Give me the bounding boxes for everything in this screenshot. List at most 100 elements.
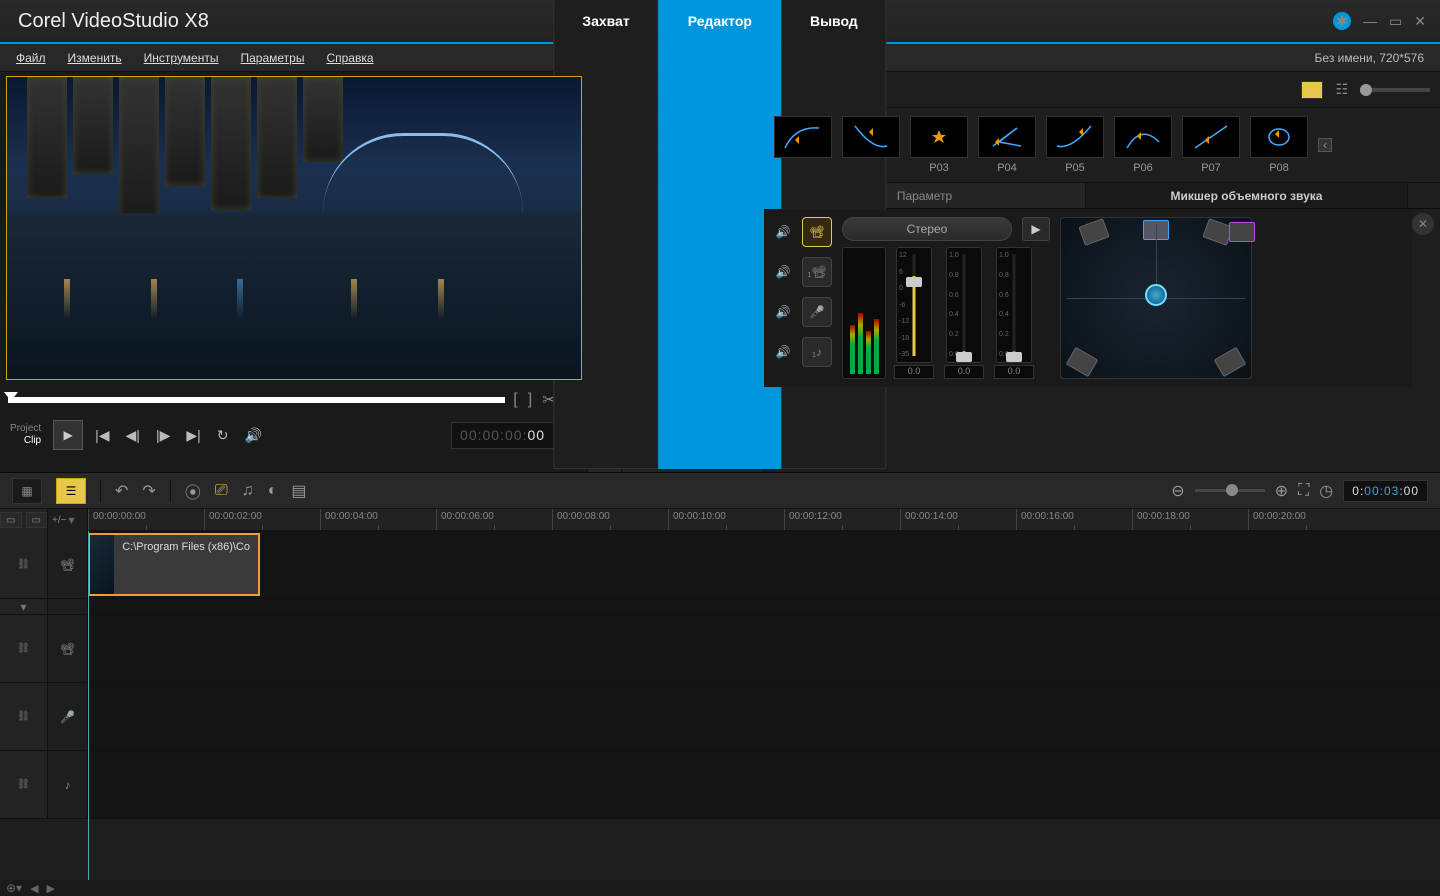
asset-item[interactable]: P03 [910, 116, 968, 174]
speaker-bl-icon [1066, 347, 1099, 377]
window-controls: ✱ — ▭ ✕ [1333, 12, 1440, 30]
thumbnail-view-button[interactable] [1301, 81, 1323, 99]
speaker-br-icon [1214, 347, 1247, 377]
ripple-all-button[interactable]: ▭ [0, 512, 22, 528]
video-track[interactable]: ⛓ 📽 C:\Program Files (x86)\Co [0, 531, 1440, 599]
asset-item[interactable]: P06 [1114, 116, 1172, 174]
voice-track[interactable]: ⛓ 🎤 [0, 683, 1440, 751]
menu-file[interactable]: Файл [16, 51, 46, 65]
vu-meter [842, 247, 886, 379]
redo-icon[interactable]: ↷ [142, 481, 155, 501]
close-icon[interactable]: ✕ [1414, 13, 1426, 30]
undo-icon[interactable]: ↶ [115, 481, 128, 501]
preview-video[interactable] [6, 76, 582, 380]
timeline-toolbar: ▦ ☰ ↶ ↷ ⦿ ⎚ ♫ ◐ ▤ ⊖ ⊕ ⛶ ◷ 0:00:03:00 [0, 473, 1440, 509]
center-fader[interactable]: 1.00.80.60.40.20.0 0.0 [942, 247, 986, 379]
title-bar: Corel VideoStudio X8 Захват Редактор Выв… [0, 0, 1440, 44]
timeline-view-button[interactable]: ☰ [56, 478, 86, 504]
ripple-lock-icon[interactable]: ⛓ [17, 711, 30, 722]
zoom-in-icon[interactable]: ⊕ [1275, 481, 1288, 501]
mute-overlay-icon[interactable]: 🔊 [772, 261, 794, 283]
voice-track-icon: 🎤 [60, 710, 75, 724]
asset-item[interactable]: P04 [978, 116, 1036, 174]
sub-fader[interactable]: 1.00.80.60.40.20.0 0.0 [992, 247, 1036, 379]
timeline-panel: ▦ ☰ ↶ ↷ ⦿ ⎚ ♫ ◐ ▤ ⊖ ⊕ ⛶ ◷ 0:00:03:00 ▭ ▭… [0, 472, 1440, 896]
timeline-scrollbar[interactable]: ⊕▾ ◀ ▶ [0, 880, 1440, 896]
goto-end-icon[interactable]: ▶| [182, 427, 204, 444]
scroll-left-icon[interactable]: ◀ [30, 882, 38, 895]
track-music-button[interactable]: ₁♪ [802, 337, 832, 367]
add-cue-icon[interactable]: ⊕▾ [6, 881, 22, 895]
project-duration-icon[interactable]: ◷ [1319, 481, 1333, 501]
asset-item[interactable]: P05 [1046, 116, 1104, 174]
overlay-track[interactable]: ⛓ 📽 [0, 615, 1440, 683]
zoom-out-icon[interactable]: ⊖ [1171, 481, 1184, 501]
menu-params[interactable]: Параметры [240, 51, 304, 65]
minimize-icon[interactable]: — [1363, 13, 1377, 29]
mute-music-icon[interactable]: 🔊 [772, 341, 794, 363]
asset-item[interactable]: P07 [1182, 116, 1240, 174]
gain-fader[interactable]: 1260-6-12-18-35 0.0 [892, 247, 936, 379]
app-title: Corel VideoStudio X8 [0, 10, 227, 33]
record-icon[interactable]: ⦿ [185, 479, 201, 503]
mark-in-icon[interactable]: [ [511, 391, 519, 409]
surround-field[interactable] [1060, 217, 1252, 379]
stereo-mode-dropdown[interactable]: Стерео [842, 217, 1012, 241]
multi-trim-icon[interactable]: ◐ [268, 482, 278, 500]
speaker-sub-icon [1229, 222, 1255, 242]
surround-position-handle[interactable] [1145, 284, 1167, 306]
preview-mode-toggle[interactable]: Project Clip [10, 423, 45, 447]
next-frame-icon[interactable]: |▶ [152, 427, 174, 444]
mark-out-icon[interactable]: ] [526, 391, 534, 409]
clip-label: C:\Program Files (x86)\Co [114, 535, 258, 594]
preview-controls: Project Clip ▶ |◀ ◀| |▶ ▶| ↻ 🔊 00:00:00:… [6, 416, 581, 454]
maximize-icon[interactable]: ▭ [1389, 13, 1402, 30]
storyboard-view-button[interactable]: ▦ [12, 478, 42, 504]
music-track[interactable]: ⛓ ♪ [0, 751, 1440, 819]
tab-editor[interactable]: Редактор [659, 0, 781, 469]
ripple-lock-icon[interactable]: ⛓ [17, 643, 30, 654]
timeline-ruler[interactable]: 00:00:00:00 00:00:02:00 00:00:04:00 00:0… [88, 509, 1440, 531]
track-manager-icon[interactable]: ▤ [291, 481, 306, 501]
tab-surround-mixer[interactable]: Микшер объемного звука [1086, 183, 1408, 208]
timeline-clip[interactable]: C:\Program Files (x86)\Co [88, 533, 260, 596]
scroll-right-icon[interactable]: ▶ [47, 882, 55, 895]
mute-video-icon[interactable]: 🔊 [772, 221, 794, 243]
auto-music-icon[interactable]: ♫ [242, 482, 254, 500]
audio-mixer-icon[interactable]: ⎚ [215, 482, 228, 500]
menu-help[interactable]: Справка [326, 51, 373, 65]
track-expand-toggle[interactable]: +/− [52, 515, 66, 526]
speaker-fl-icon [1078, 218, 1109, 246]
prev-frame-icon[interactable]: ◀| [122, 427, 144, 444]
play-button[interactable]: ▶ [53, 420, 83, 450]
ripple-lock-icon[interactable]: ⛓ [17, 779, 30, 790]
fit-project-icon[interactable]: ⛶ [1298, 482, 1309, 500]
collapse-track-icon[interactable]: ▾ [20, 600, 26, 614]
preview-scrubber[interactable]: [ ] ✂ ⧉ [8, 390, 579, 410]
mute-voice-icon[interactable]: 🔊 [772, 301, 794, 323]
loop-icon[interactable]: ↻ [213, 427, 233, 444]
close-panel-icon[interactable]: ✕ [1412, 213, 1434, 235]
scrub-handle[interactable] [4, 392, 18, 401]
document-info: Без имени, 720*576 [1315, 51, 1424, 65]
track-overlay-button[interactable]: ₁📽 [802, 257, 832, 287]
asset-scroll-left-icon[interactable]: ‹ [1318, 138, 1332, 152]
track-video-button[interactable]: 📽 [802, 217, 832, 247]
video-track-icon: 📽 [60, 558, 75, 572]
timeline-zoom-slider[interactable] [1195, 489, 1265, 492]
thumb-size-slider[interactable] [1360, 88, 1430, 92]
surround-mixer-panel: 🔊📽 🔊₁📽 🔊🎤 🔊₁♪ Стерео ▶ 1260-6-12-18-35 [764, 209, 1412, 387]
volume-icon[interactable]: 🔊 [240, 427, 265, 444]
mixer-play-button[interactable]: ▶ [1022, 217, 1050, 241]
asset-item[interactable]: P08 [1250, 116, 1308, 174]
track-voice-button[interactable]: 🎤 [802, 297, 832, 327]
ripple-track-button[interactable]: ▭ [26, 512, 48, 528]
timeline-tracks: ⛓ 📽 C:\Program Files (x86)\Co ▾ ⛓ 📽 ⛓ 🎤 … [0, 531, 1440, 880]
menu-edit[interactable]: Изменить [68, 51, 122, 65]
menu-tools[interactable]: Инструменты [144, 51, 219, 65]
ripple-lock-icon[interactable]: ⛓ [17, 559, 30, 570]
list-view-icon[interactable]: ☷ [1335, 81, 1348, 98]
timeline-timecode[interactable]: 0:00:03:00 [1343, 480, 1428, 502]
goto-start-icon[interactable]: |◀ [91, 427, 113, 444]
notifications-icon[interactable]: ✱ [1333, 12, 1351, 30]
